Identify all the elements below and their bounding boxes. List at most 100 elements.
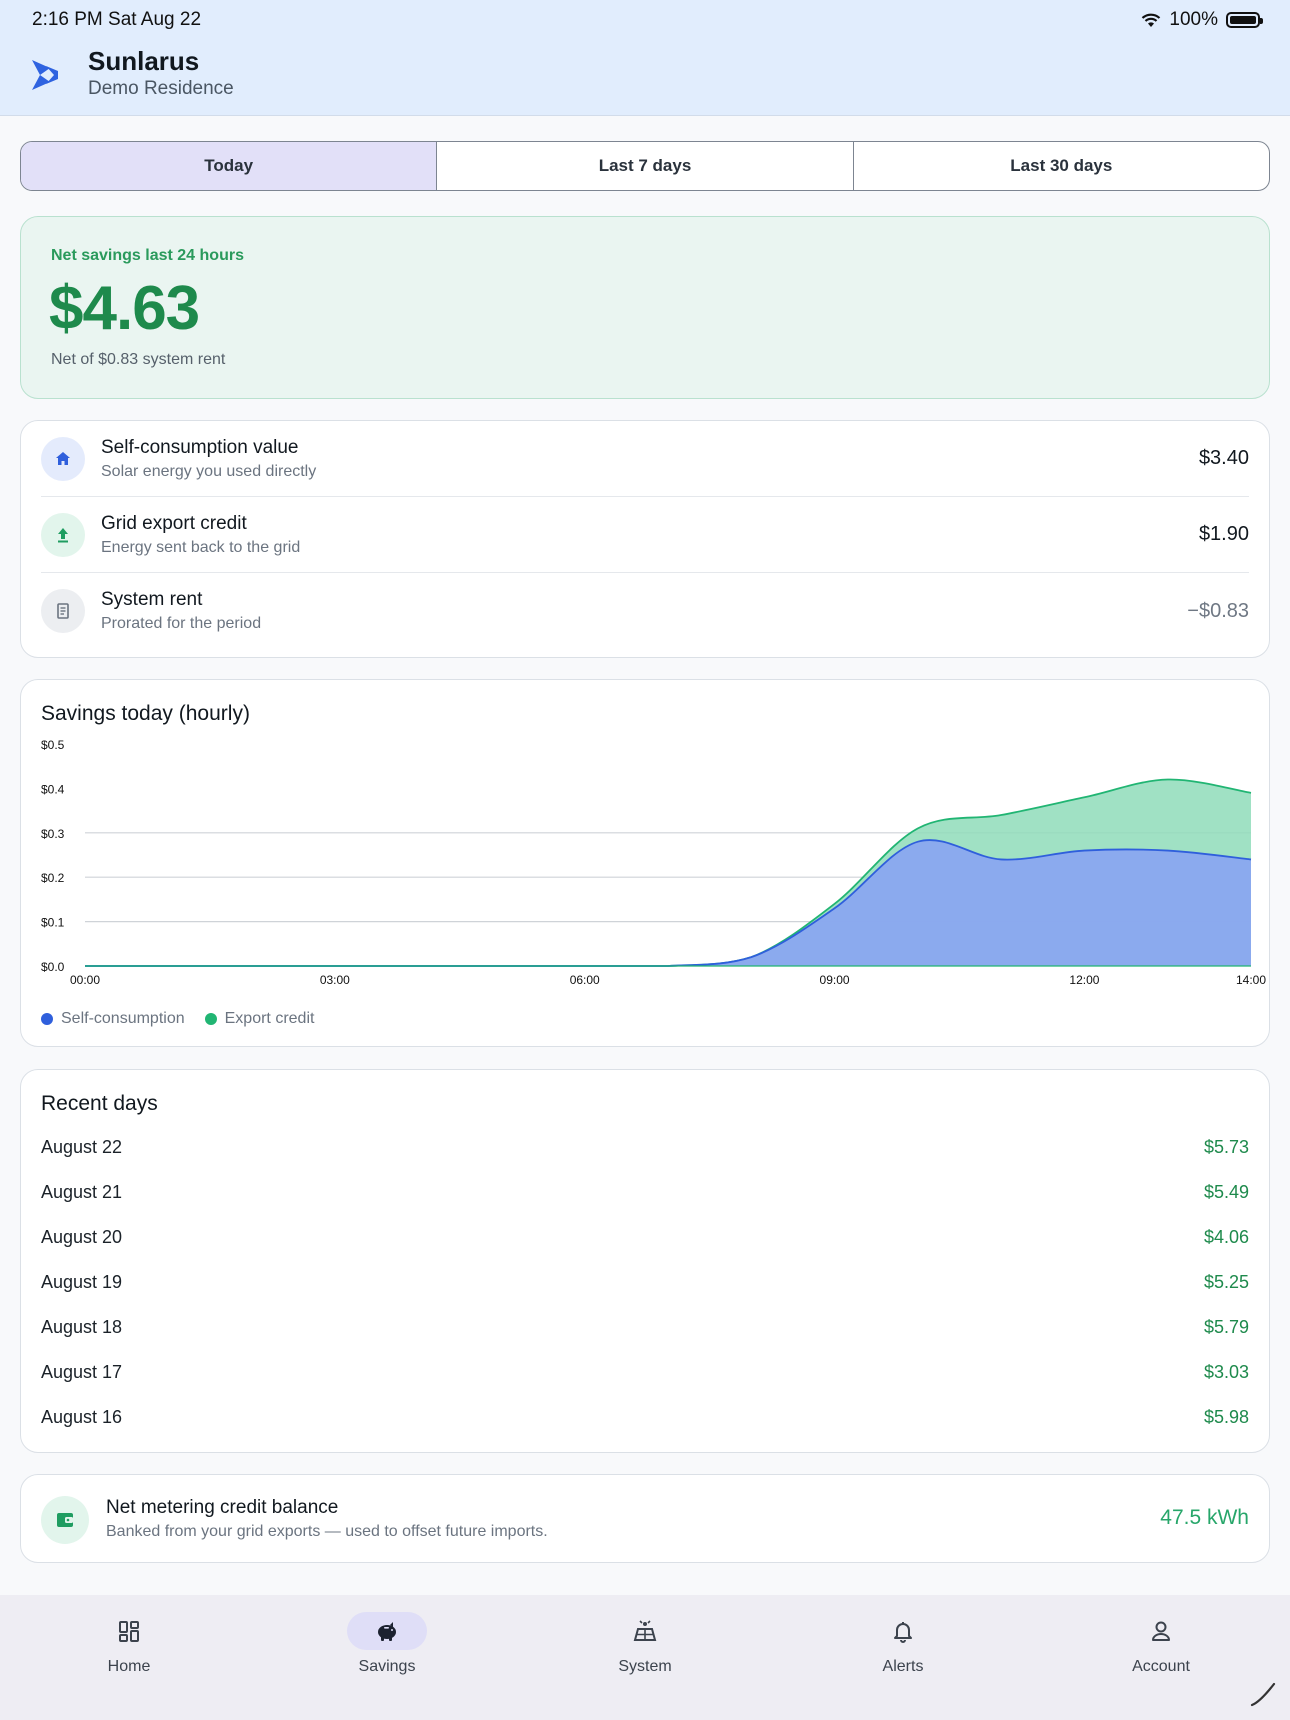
nav-label: Alerts bbox=[882, 1658, 924, 1675]
nav-account[interactable]: Account bbox=[1061, 1595, 1261, 1720]
day-date: August 16 bbox=[41, 1406, 123, 1427]
x-tick-label: 06:00 bbox=[570, 973, 600, 987]
day-row[interactable]: August 18 $5.79 bbox=[41, 1312, 1249, 1342]
recent-days-card: Recent days August 22 $5.73 August 21 $5… bbox=[20, 1069, 1270, 1453]
app-subtitle: Demo Residence bbox=[88, 78, 234, 99]
receipt-icon bbox=[41, 589, 85, 633]
person-icon bbox=[1152, 1621, 1170, 1641]
x-tick-label: 00:00 bbox=[70, 973, 100, 987]
bell-icon bbox=[894, 1622, 912, 1643]
net-savings-note: Net of $0.83 system rent bbox=[51, 351, 226, 368]
breakdown-value: −$0.83 bbox=[1187, 599, 1249, 622]
x-tick-label: 12:00 bbox=[1069, 973, 1099, 987]
nav-system[interactable]: System bbox=[545, 1595, 745, 1720]
credit-value: 47.5 kWh bbox=[1160, 1506, 1249, 1529]
day-amount: $5.98 bbox=[1203, 1406, 1249, 1427]
day-row[interactable]: August 20 $4.06 bbox=[41, 1222, 1249, 1252]
savings-breakdown-card: Self-consumption value Solar energy you … bbox=[20, 420, 1270, 658]
wifi-icon bbox=[1142, 13, 1161, 27]
wallet-icon bbox=[41, 1496, 89, 1544]
home-icon bbox=[41, 436, 85, 481]
day-date: August 19 bbox=[41, 1271, 123, 1292]
legend-dot bbox=[204, 1013, 217, 1025]
nav-savings[interactable]: Savings bbox=[287, 1595, 487, 1720]
period-today-button[interactable]: Today bbox=[21, 142, 438, 190]
legend-item-self-consumption: Self-consumption bbox=[41, 1010, 185, 1028]
y-tick-label: $0.1 bbox=[41, 916, 65, 930]
breakdown-value: $1.90 bbox=[1198, 523, 1249, 545]
recent-days-title: Recent days bbox=[41, 1092, 158, 1115]
y-tick-label: $0.2 bbox=[41, 871, 65, 885]
day-amount: $5.73 bbox=[1203, 1136, 1249, 1157]
x-tick-label: 03:00 bbox=[320, 973, 350, 987]
day-amount: $3.03 bbox=[1203, 1361, 1249, 1382]
net-savings-value: $4.63 bbox=[49, 274, 200, 343]
breakdown-subtitle: Prorated for the period bbox=[101, 615, 262, 632]
day-date: August 17 bbox=[41, 1361, 123, 1382]
x-tick-label: 14:00 bbox=[1236, 973, 1266, 987]
breakdown-row-export-credit[interactable]: Grid export credit Energy sent back to t… bbox=[41, 497, 1249, 573]
nav-label: System bbox=[618, 1658, 672, 1675]
sunlarus-logo-icon bbox=[32, 60, 58, 90]
day-amount: $5.79 bbox=[1203, 1316, 1249, 1337]
day-row[interactable]: August 17 $3.03 bbox=[41, 1357, 1249, 1387]
nav-label: Account bbox=[1132, 1658, 1190, 1675]
credit-balance-card[interactable]: Net metering credit balance Banked from … bbox=[20, 1474, 1270, 1563]
chart-legend: Self-consumption Export credit bbox=[41, 1010, 314, 1028]
day-date: August 21 bbox=[41, 1181, 123, 1202]
top-header: 2:16 PM Sat Aug 22 100% Sunlarus Demo Re… bbox=[0, 0, 1290, 116]
period-30-days-button[interactable]: Last 30 days bbox=[854, 142, 1269, 190]
day-row[interactable]: August 16 $5.98 bbox=[41, 1402, 1249, 1432]
nav-label: Savings bbox=[358, 1658, 416, 1675]
legend-item-export-credit: Export credit bbox=[204, 1010, 315, 1028]
nav-alerts[interactable]: Alerts bbox=[803, 1595, 1003, 1720]
breakdown-value: $3.40 bbox=[1198, 447, 1249, 469]
y-tick-label: $0.0 bbox=[41, 960, 65, 974]
y-tick-label: $0.3 bbox=[41, 827, 65, 841]
day-row[interactable]: August 22 $5.73 bbox=[41, 1132, 1249, 1162]
nav-home[interactable]: Home bbox=[29, 1595, 229, 1720]
savings-area-chart: $0.0 $0.1 $0.2 $0.3 $0.4 $0.5 00:00 03:00 06:00 0… bbox=[41, 738, 1266, 987]
battery-icon bbox=[1226, 12, 1263, 28]
bottom-navigation: Home Savings System Alerts Account bbox=[0, 1595, 1290, 1720]
app-title: Sunlarus bbox=[88, 46, 200, 76]
day-amount: $4.06 bbox=[1203, 1226, 1249, 1247]
y-tick-label: $0.5 bbox=[41, 738, 65, 752]
day-row[interactable]: August 21 $5.49 bbox=[41, 1177, 1249, 1207]
day-amount: $5.49 bbox=[1203, 1181, 1249, 1202]
upload-icon bbox=[41, 512, 85, 557]
day-date: August 18 bbox=[41, 1316, 123, 1337]
dashboard-icon bbox=[119, 1621, 139, 1642]
legend-dot bbox=[41, 1013, 53, 1025]
breakdown-title: Grid export credit bbox=[101, 512, 247, 534]
y-tick-label: $0.4 bbox=[41, 782, 65, 796]
legend-label: Self-consumption bbox=[61, 1010, 185, 1027]
breakdown-subtitle: Solar energy you used directly bbox=[101, 462, 317, 480]
breakdown-subtitle: Energy sent back to the grid bbox=[101, 538, 301, 556]
period-selector: Today Last 7 days Last 30 days bbox=[20, 141, 1270, 191]
x-tick-label: 09:00 bbox=[820, 973, 850, 987]
self-consumption-area bbox=[85, 840, 1251, 966]
pencil-handle-icon bbox=[1250, 1682, 1276, 1707]
piggy-bank-icon bbox=[378, 1622, 396, 1641]
savings-chart-card: Savings today (hourly) $0.0 $0.1 $0.2 $0.3 $… bbox=[20, 679, 1270, 1047]
day-row[interactable]: August 19 $5.25 bbox=[41, 1267, 1249, 1297]
solar-panel-icon bbox=[633, 1620, 657, 1641]
day-date: August 22 bbox=[41, 1136, 123, 1157]
status-time: 2:16 PM Sat Aug 22 bbox=[32, 9, 202, 30]
legend-label: Export credit bbox=[224, 1010, 315, 1027]
nav-label: Home bbox=[107, 1658, 151, 1675]
credit-subtitle: Banked from your grid exports — used to … bbox=[106, 1523, 548, 1540]
status-indicators: 100% bbox=[1141, 9, 1263, 31]
credit-title: Net metering credit balance bbox=[106, 1497, 339, 1518]
breakdown-title: System rent bbox=[101, 589, 203, 610]
breakdown-title: Self-consumption value bbox=[101, 436, 299, 458]
day-amount: $5.25 bbox=[1203, 1271, 1249, 1292]
breakdown-row-self-consumption[interactable]: Self-consumption value Solar energy you … bbox=[41, 421, 1249, 497]
net-savings-label: Net savings last 24 hours bbox=[51, 247, 244, 264]
battery-percent: 100% bbox=[1169, 9, 1218, 30]
net-savings-card: Net savings last 24 hours $4.63 Net of $… bbox=[20, 216, 1270, 399]
day-date: August 20 bbox=[41, 1226, 123, 1247]
breakdown-row-system-rent[interactable]: System rent Prorated for the period −$0.… bbox=[41, 573, 1249, 649]
period-7-days-button[interactable]: Last 7 days bbox=[437, 142, 854, 190]
